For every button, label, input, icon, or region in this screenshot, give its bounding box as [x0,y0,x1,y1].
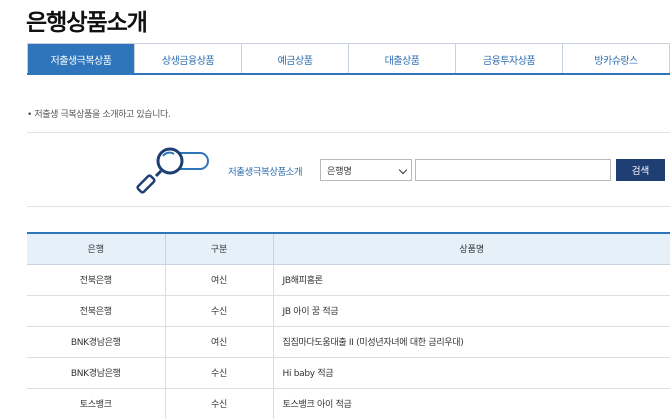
cell-product: Hi baby 적금 [273,357,670,389]
bank-select[interactable]: 은행명 [320,159,412,181]
tab-investment-products[interactable]: 금융투자상품 [456,44,563,74]
category-tabs: 저출생극복상품 상생금융상품 예금상품 대출상품 금융투자상품 방카슈랑스 [27,43,670,74]
magnifier-icon [136,147,209,194]
cell-bank: 전북은행 [27,295,166,327]
tab-birthrate-products[interactable]: 저출생극복상품 [28,44,135,74]
table-row: 전북은행 여신 JB해피홈론 [27,264,670,296]
page-title: 은행상품소개 [26,10,148,36]
table-row: 토스뱅크 수신 토스뱅크 아이 적금 [27,388,670,419]
column-header-product: 상품명 [273,233,670,265]
cell-bank: 전북은행 [27,264,166,296]
cell-type: 수신 [165,357,274,389]
cell-type: 수신 [165,388,274,419]
cell-product: 토스뱅크 아이 적금 [273,388,670,419]
tab-bancassurance[interactable]: 방카슈랑스 [563,44,669,74]
intro-text: • 저출생 극복상품을 소개하고 있습니다. [27,110,171,120]
divider-top [27,132,670,133]
search-input[interactable] [415,159,611,181]
column-header-bank: 은행 [27,233,166,265]
tabs-underline [27,73,670,75]
cell-product: JB해피홈론 [273,264,670,296]
cell-product: 집집마다도움대출 II (미성년자녀에 대한 금리우대) [273,326,670,358]
product-table: 은행 구분 상품명 전북은행 여신 JB해피홈론 전북은행 수신 JB 아이 꿈… [27,232,670,419]
cell-type: 수신 [165,295,274,327]
tab-deposit-products[interactable]: 예금상품 [242,44,349,74]
column-header-type: 구분 [165,233,274,265]
table-row: 전북은행 수신 JB 아이 꿈 적금 [27,295,670,327]
cell-type: 여신 [165,326,274,358]
divider-bottom [27,206,670,207]
cell-type: 여신 [165,264,274,296]
chevron-down-icon [398,165,408,175]
cell-bank: BNK경남은행 [27,326,166,358]
cell-bank: 토스뱅크 [27,388,166,419]
tab-loan-products[interactable]: 대출상품 [349,44,456,74]
search-label: 저출생극복상품소개 [228,167,303,178]
table-row: BNK경남은행 여신 집집마다도움대출 II (미성년자녀에 대한 금리우대) [27,326,670,358]
cell-bank: BNK경남은행 [27,357,166,389]
table-header-row: 은행 구분 상품명 [27,233,670,265]
cell-product: JB 아이 꿈 적금 [273,295,670,327]
bank-select-value: 은행명 [327,166,352,177]
table-row: BNK경남은행 수신 Hi baby 적금 [27,357,670,389]
search-button[interactable]: 검색 [616,159,665,181]
tab-mutual-finance-products[interactable]: 상생금융상품 [135,44,242,74]
